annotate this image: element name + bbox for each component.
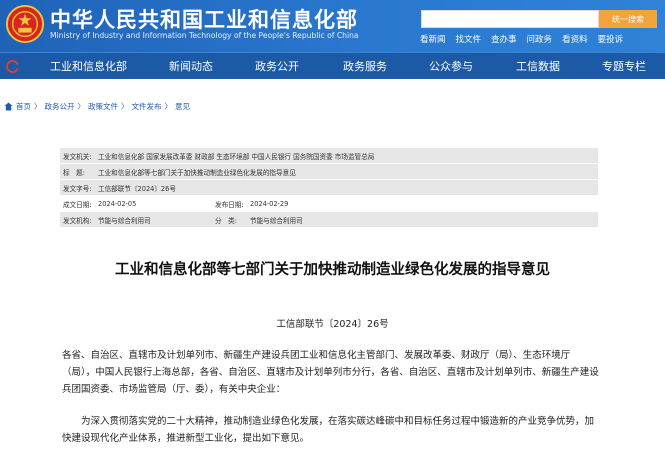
nav-logo-icon[interactable] <box>6 60 19 73</box>
main-nav: 工业和信息化部 新闻动态 政务公开 政务服务 公众参与 工信数据 专题专栏 <box>0 52 665 79</box>
nav-item-topics[interactable]: 专题专栏 <box>602 58 646 74</box>
meta-cell-category: 分 类: 节能与综合利用司 <box>212 215 364 225</box>
meta-row-dates: 成文日期: 2024-02-05 发布日期: 2024-02-29 <box>60 196 598 212</box>
nav-item-news[interactable]: 新闻动态 <box>169 58 213 74</box>
top-link-services[interactable]: 查办事 <box>491 33 517 45</box>
article-paragraph: 为深入贯彻落实党的二十大精神，推动制造业绿色化发展，在落实碳达峰碳中和目标任务过… <box>62 416 595 444</box>
meta-label-title: 标 题: <box>63 168 86 177</box>
site-header: 中华人民共和国工业和信息化部 Ministry of Industry and … <box>0 0 665 52</box>
top-link-inquiry[interactable]: 问政务 <box>527 33 553 45</box>
meta-value-doc-number: 工信部联节〔2024〕26号 <box>98 184 176 193</box>
breadcrumb-separator: 〉 <box>164 102 173 111</box>
article-title: 工业和信息化部等七部门关于加快推动制造业绿色化发展的指导意见 <box>115 262 550 278</box>
nav-item-gov-affairs[interactable]: 政务公开 <box>255 58 299 74</box>
search-input[interactable] <box>421 10 599 28</box>
meta-row-doc-number: 发文字号: 工信部联节〔2024〕26号 <box>60 180 598 196</box>
meta-cell-publisher: 发文机构: 节能与综合利用司 <box>60 215 212 225</box>
breadcrumb-home[interactable]: 首页 <box>16 101 31 112</box>
meta-value-publish-date: 2024-02-29 <box>250 199 289 208</box>
breadcrumb-separator: 〉 <box>121 102 129 111</box>
site-subtitle: Ministry of Industry and Information Tec… <box>50 31 359 40</box>
meta-value-publisher: 节能与综合利用司 <box>98 216 151 225</box>
article-paragraph: 各省、自治区、直辖市及计划单列市、新疆生产建设兵团工业和信息化主管部门、发展改革… <box>62 350 599 395</box>
top-link-complaint[interactable]: 要投诉 <box>598 33 624 45</box>
breadcrumb-separator: 〉 <box>77 102 86 111</box>
meta-value-category: 节能与综合利用司 <box>250 216 303 225</box>
meta-label-issuer: 发文机关: <box>63 152 92 161</box>
nav-item-participation[interactable]: 公众参与 <box>429 58 473 74</box>
nav-item-ministry[interactable]: 工业和信息化部 <box>50 58 127 74</box>
meta-label-publish-date: 发布日期: <box>215 200 244 209</box>
breadcrumb-gov-affairs[interactable]: 政务公开 <box>45 101 75 112</box>
meta-row-title: 标 题: 工业和信息化部等七部门关于加快推动制造业绿色化发展的指导意见 <box>60 164 598 180</box>
meta-value-issuer: 工业和信息化部 国家发展改革委 财政部 生态环境部 中国人民银行 国务院国资委 … <box>98 152 375 161</box>
breadcrumb-opinions[interactable]: 意见 <box>175 101 190 112</box>
document-metadata-table: 发文机关: 工业和信息化部 国家发展改革委 财政部 生态环境部 中国人民银行 国… <box>60 148 598 228</box>
top-link-data[interactable]: 看资料 <box>562 33 588 45</box>
meta-label-written-date: 成文日期: <box>63 200 92 209</box>
top-links: 看新闻 找文件 查办事 问政务 看资料 要投诉 <box>420 33 623 45</box>
breadcrumb: 首页 〉 政务公开 〉 政策文件 〉 文件发布 〉 意见 <box>4 101 190 112</box>
meta-row-publisher: 发文机构: 节能与综合利用司 分 类: 节能与综合利用司 <box>60 212 598 228</box>
meta-label-category: 分 类: <box>215 216 238 225</box>
national-emblem-icon[interactable] <box>6 5 44 43</box>
top-link-news[interactable]: 看新闻 <box>420 33 446 45</box>
meta-row-issuer: 发文机关: 工业和信息化部 国家发展改革委 财政部 生态环境部 中国人民银行 国… <box>60 148 598 164</box>
meta-label-publisher: 发文机构: <box>63 216 92 225</box>
breadcrumb-policy-files[interactable]: 政策文件 <box>88 101 118 112</box>
nav-item-data[interactable]: 工信数据 <box>516 58 560 74</box>
breadcrumb-separator: 〉 <box>34 102 42 111</box>
search-button[interactable]: 统一搜索 <box>599 10 657 28</box>
site-title[interactable]: 中华人民共和国工业和信息化部 <box>50 4 358 34</box>
meta-label-doc-number: 发文字号: <box>63 184 92 193</box>
home-icon <box>4 102 13 111</box>
top-link-files[interactable]: 找文件 <box>456 33 482 45</box>
breadcrumb-file-release[interactable]: 文件发布 <box>132 101 162 112</box>
meta-value-written-date: 2024-02-05 <box>98 199 137 208</box>
article-doc-number: 工信部联节〔2024〕26号 <box>276 319 389 330</box>
meta-value-title: 工业和信息化部等七部门关于加快推动制造业绿色化发展的指导意见 <box>98 168 296 177</box>
nav-item-services[interactable]: 政务服务 <box>343 58 387 74</box>
meta-cell-written-date: 成文日期: 2024-02-05 <box>60 199 212 209</box>
meta-cell-publish-date: 发布日期: 2024-02-29 <box>212 199 364 209</box>
